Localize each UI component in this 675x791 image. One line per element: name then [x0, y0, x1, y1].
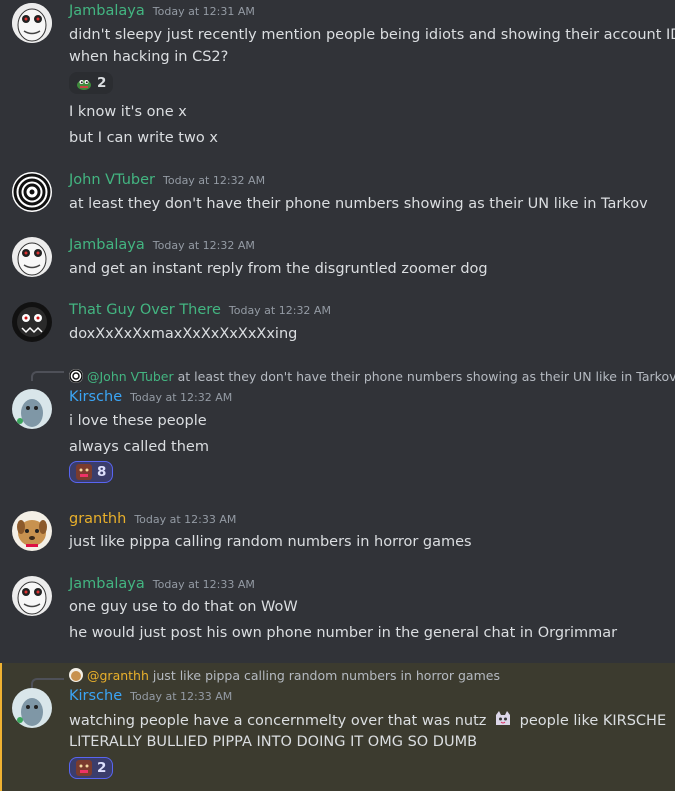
- pepe-emoji-icon: [76, 75, 92, 91]
- username[interactable]: Jambalaya: [69, 3, 145, 19]
- avatar[interactable]: [12, 688, 52, 728]
- message-text: i love these people: [69, 413, 207, 429]
- reaction-count: 2: [97, 75, 107, 91]
- mention-highlight-bar: [0, 663, 2, 791]
- reaction-button[interactable]: 8: [69, 461, 114, 483]
- timestamp[interactable]: Today at 12:32 AM: [130, 391, 232, 404]
- username[interactable]: granthh: [69, 511, 126, 527]
- cat-emoji-icon: [493, 709, 513, 729]
- message-text: always called them: [69, 439, 209, 455]
- avatar[interactable]: [12, 172, 52, 212]
- avatar[interactable]: [12, 389, 52, 429]
- face-emoji-icon: [76, 760, 92, 776]
- message-text: just like pippa calling random numbers i…: [69, 534, 472, 550]
- avatar[interactable]: [12, 3, 52, 43]
- message-text: and get an instant reply from the disgru…: [69, 261, 488, 277]
- message-text: one guy use to do that on WoW: [69, 599, 298, 615]
- username[interactable]: Jambalaya: [69, 576, 145, 592]
- message-text: LITERALLY BULLIED PIPPA INTO DOING IT OM…: [69, 734, 478, 750]
- timestamp[interactable]: Today at 12:31 AM: [153, 5, 255, 18]
- reply-avatar: [69, 369, 83, 383]
- reaction-count: 8: [97, 464, 107, 480]
- reply-text: just like pippa calling random numbers i…: [152, 667, 500, 683]
- username[interactable]: Kirsche: [69, 389, 122, 405]
- timestamp[interactable]: Today at 12:32 AM: [153, 239, 255, 252]
- avatar[interactable]: [12, 511, 52, 551]
- reply-spine: [31, 371, 64, 381]
- reply-mention[interactable]: @John VTuber: [87, 369, 174, 384]
- reaction-button[interactable]: 2: [69, 757, 114, 779]
- message-text: doxXxXxXxmaxXxXxXxXxXxing: [69, 326, 298, 342]
- username[interactable]: Jambalaya: [69, 237, 145, 253]
- avatar[interactable]: [12, 576, 52, 616]
- message-text: when hacking in CS2?: [69, 49, 229, 65]
- reply-mention[interactable]: @granthh: [87, 668, 149, 683]
- message-text-part: watching people have a concernmelty over…: [69, 713, 487, 729]
- reply-preview[interactable]: @granthh just like pippa calling random …: [69, 666, 500, 684]
- timestamp[interactable]: Today at 12:33 AM: [130, 690, 232, 703]
- reply-text: at least they don't have their phone num…: [177, 368, 675, 384]
- reply-avatar: [69, 668, 83, 682]
- username[interactable]: John VTuber: [69, 172, 155, 188]
- username[interactable]: That Guy Over There: [69, 302, 221, 318]
- reply-spine: [31, 678, 64, 688]
- face-emoji-icon: [76, 464, 92, 480]
- timestamp[interactable]: Today at 12:33 AM: [134, 513, 236, 526]
- message-text: but I can write two x: [69, 130, 218, 146]
- username[interactable]: Kirsche: [69, 688, 122, 704]
- message-text: he would just post his own phone number …: [69, 625, 618, 641]
- avatar[interactable]: [12, 237, 52, 277]
- timestamp[interactable]: Today at 12:32 AM: [229, 304, 331, 317]
- reply-preview[interactable]: @John VTuber at least they don't have th…: [69, 367, 675, 385]
- timestamp[interactable]: Today at 12:32 AM: [163, 174, 265, 187]
- reaction-button[interactable]: 2: [69, 72, 114, 94]
- message-text: watching people have a concernmelty over…: [69, 709, 666, 732]
- timestamp[interactable]: Today at 12:33 AM: [153, 578, 255, 591]
- message-text-part: people like KIRSCHE: [519, 713, 667, 729]
- avatar[interactable]: [12, 302, 52, 342]
- message-text: didn't sleepy just recently mention peop…: [69, 27, 675, 43]
- message-text: I know it's one x: [69, 104, 187, 120]
- reaction-count: 2: [97, 760, 107, 776]
- message-text: at least they don't have their phone num…: [69, 196, 648, 212]
